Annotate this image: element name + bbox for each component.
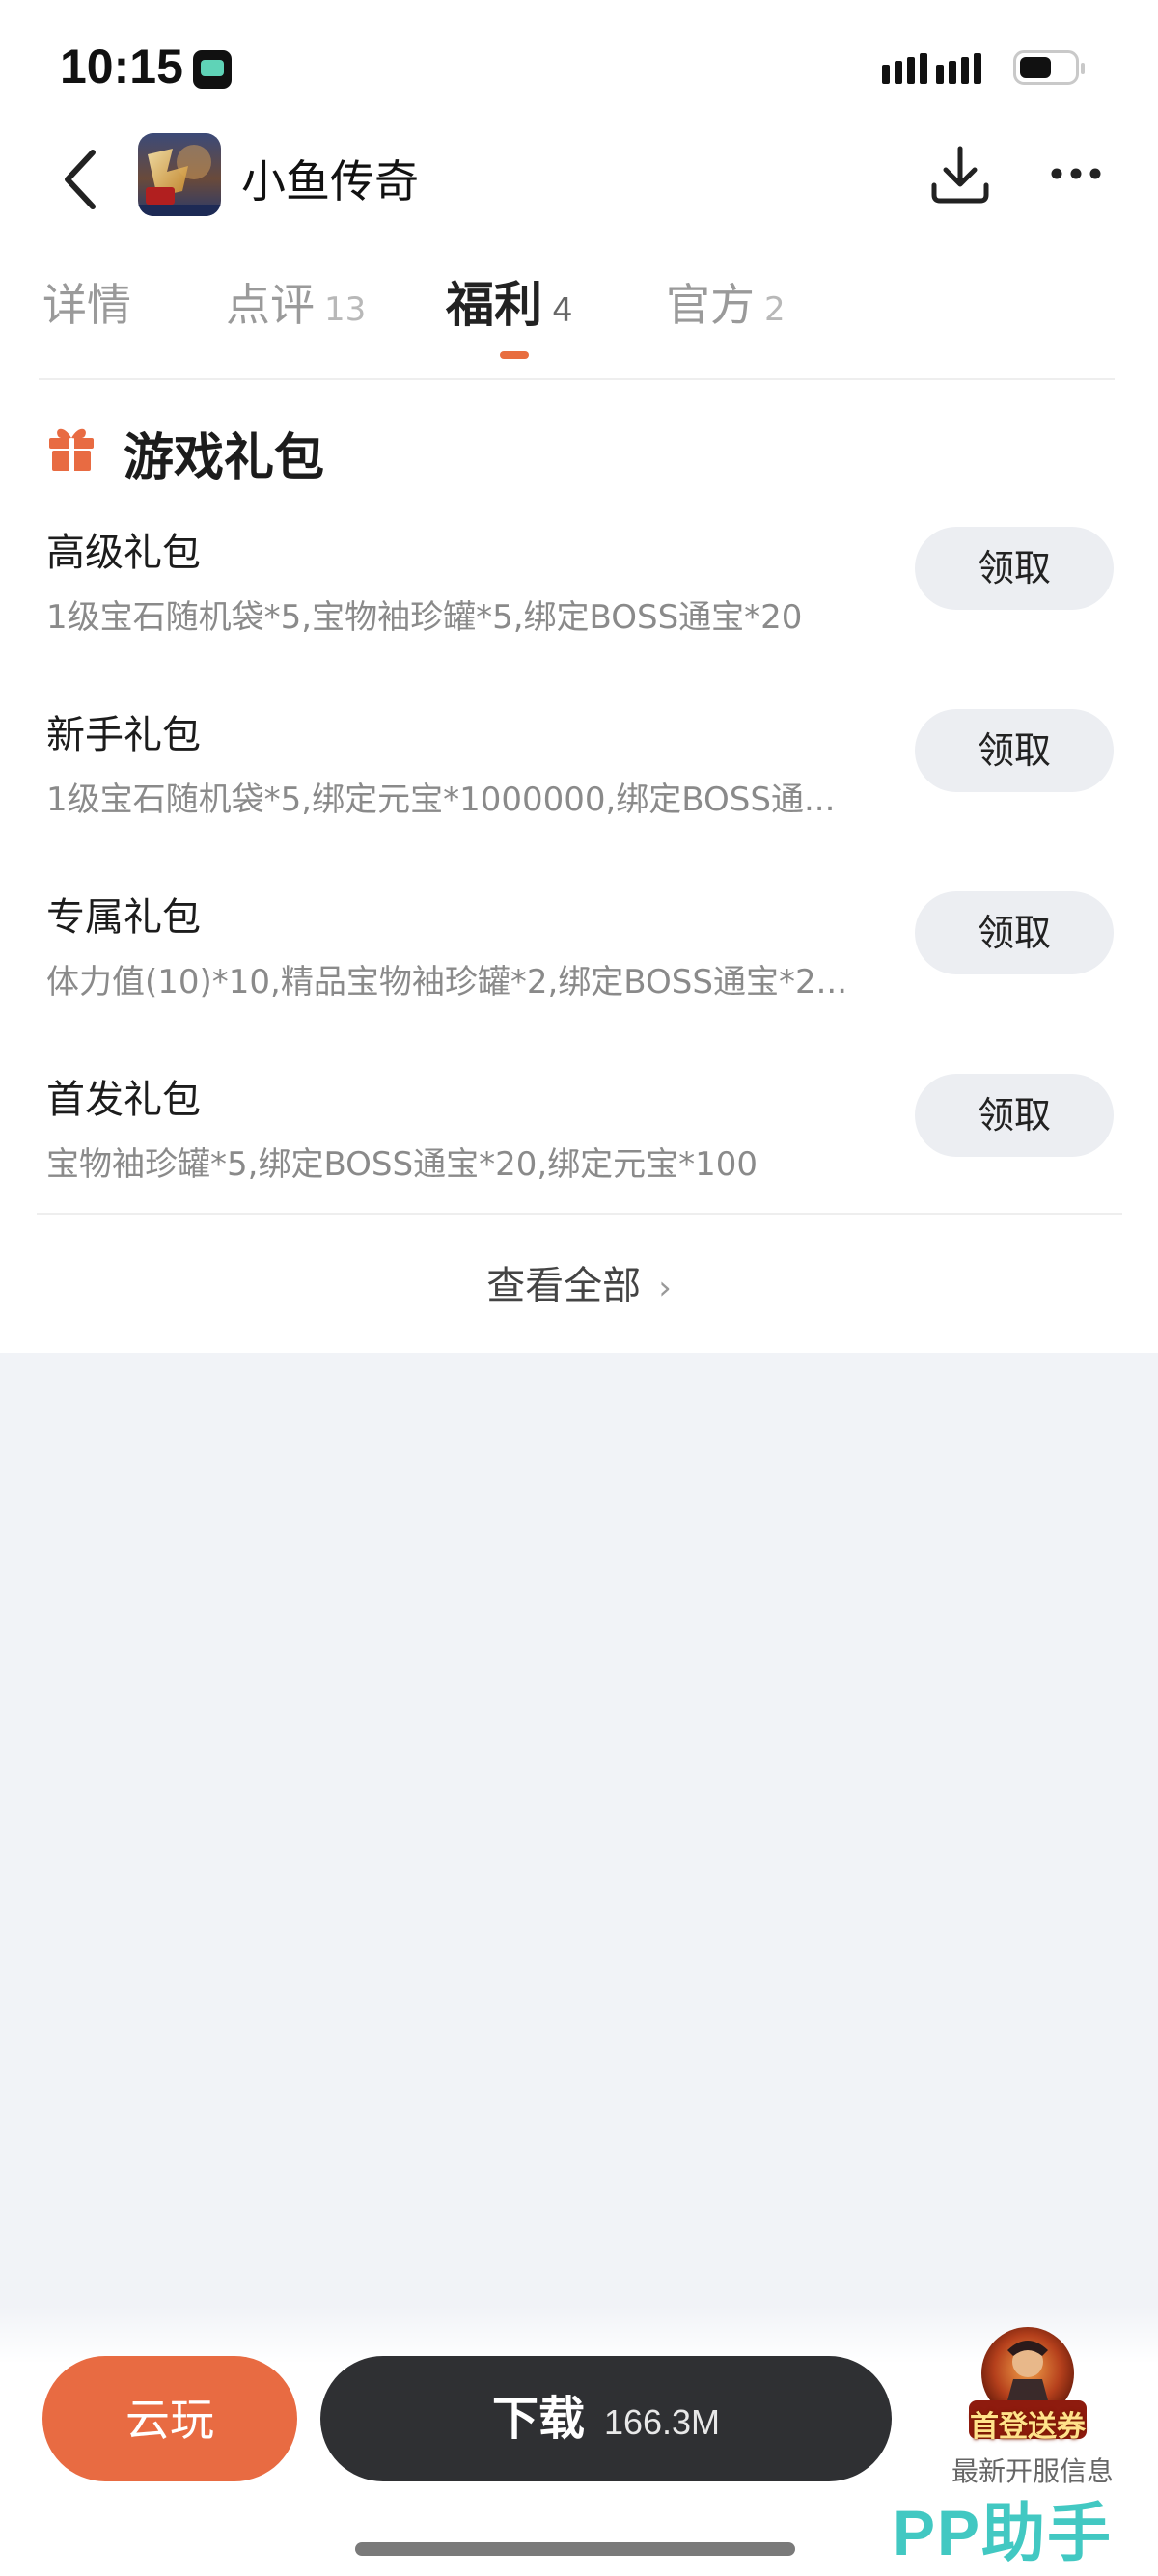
tab-label: 官方 (666, 279, 755, 331)
cloud-play-button[interactable]: 云玩 (42, 2356, 297, 2481)
more-horizontal-icon[interactable] (1047, 159, 1105, 188)
gift-description: 1级宝石随机袋*5,绑定元宝*1000000,绑定BOSS通... (46, 781, 836, 819)
tab-reviews[interactable]: 点评 13 (226, 270, 366, 334)
active-tab-indicator (500, 351, 529, 359)
tab-label: 详情 (42, 279, 131, 331)
gift-name: 新手礼包 (46, 713, 201, 757)
tab-official[interactable]: 官方 2 (666, 270, 786, 334)
gift-name: 高级礼包 (46, 531, 201, 575)
tab-label: 点评 (226, 279, 315, 331)
view-all-link[interactable]: 查看全部 › (0, 1254, 1158, 1310)
promo-badge-text: 首登送券 (970, 2410, 1086, 2444)
promo-badge[interactable]: 首登送券 (965, 2323, 1090, 2447)
claim-button[interactable]: 领取 (915, 891, 1114, 974)
home-indicator (355, 2542, 795, 2556)
app-detail-page: 10:15 小鱼传奇 详情 点评 13 福利 4 官方 2 游戏礼包 高级礼包 … (0, 0, 1158, 2576)
download-size: 166.3M (603, 2402, 721, 2442)
gift-name: 专属礼包 (46, 895, 201, 940)
gift-description: 宝物袖珍罐*5,绑定BOSS通宝*20,绑定元宝*100 (46, 1145, 758, 1184)
status-bar: 10:15 (0, 0, 1158, 135)
tab-bar: 详情 点评 13 福利 4 官方 2 (0, 270, 1158, 376)
download-button[interactable]: 下载 166.3M (320, 2356, 892, 2481)
claim-button[interactable]: 领取 (915, 1074, 1114, 1157)
tab-count: 2 (764, 290, 786, 329)
gift-icon (49, 428, 94, 471)
section-title: 游戏礼包 (124, 429, 325, 487)
status-app-icon (193, 50, 232, 89)
divider (37, 1213, 1122, 1215)
tab-count: 4 (552, 291, 573, 330)
divider (39, 378, 1115, 380)
tab-label: 福利 (446, 277, 542, 333)
battery-icon (1013, 50, 1085, 85)
gift-item: 首发礼包 宝物袖珍罐*5,绑定BOSS通宝*20,绑定元宝*100 领取 (46, 1068, 1117, 1213)
nav-bar: 小鱼传奇 (0, 125, 1158, 232)
gift-description: 体力值(10)*10,精品宝物袖珍罐*2,绑定BOSS通宝*2... (46, 963, 848, 1001)
tab-details[interactable]: 详情 (42, 270, 141, 334)
gift-name: 首发礼包 (46, 1078, 201, 1122)
status-time: 10:15 (60, 40, 183, 94)
signal-icon (882, 53, 981, 84)
gift-item: 专属礼包 体力值(10)*10,精品宝物袖珍罐*2,绑定BOSS通宝*2... … (46, 886, 1117, 1030)
gift-item: 新手礼包 1级宝石随机袋*5,绑定元宝*1000000,绑定BOSS通... 领… (46, 703, 1117, 848)
claim-button[interactable]: 领取 (915, 527, 1114, 610)
app-title: 小鱼传奇 (241, 155, 419, 207)
content-panel: 10:15 小鱼传奇 详情 点评 13 福利 4 官方 2 游戏礼包 高级礼包 … (0, 0, 1158, 1353)
claim-button[interactable]: 领取 (915, 709, 1114, 792)
game-app-icon (138, 133, 221, 216)
tab-count: 13 (324, 290, 367, 329)
view-all-label: 查看全部 (486, 1264, 642, 1308)
gift-item: 高级礼包 1级宝石随机袋*5,宝物袖珍罐*5,绑定BOSS通宝*20 领取 (46, 521, 1117, 666)
tab-welfare[interactable]: 福利 4 (446, 266, 573, 336)
gift-description: 1级宝石随机袋*5,宝物袖珍罐*5,绑定BOSS通宝*20 (46, 598, 803, 637)
download-icon[interactable] (926, 143, 994, 210)
download-label: 下载 (491, 2394, 585, 2445)
chevron-left-icon[interactable] (50, 141, 118, 218)
watermark-logo: PP助手 (893, 2497, 1114, 2568)
chevron-right-icon: › (658, 1269, 672, 1307)
